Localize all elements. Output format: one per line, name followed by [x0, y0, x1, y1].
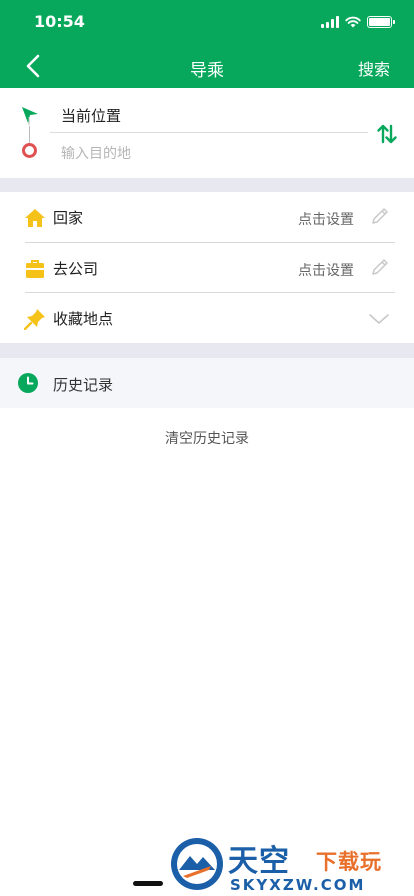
briefcase-icon [26, 260, 44, 278]
clear-history-button[interactable]: 清空历史记录 [0, 428, 414, 448]
swap-direction-icon[interactable] [376, 123, 398, 145]
route-divider [50, 132, 368, 133]
place-label: 去公司 [53, 260, 99, 278]
chevron-down-icon[interactable] [368, 313, 390, 325]
section-gap [0, 343, 414, 358]
status-bar: 10:54 [0, 0, 414, 44]
place-label: 收藏地点 [53, 310, 114, 328]
origin-field[interactable]: 当前位置 [61, 105, 121, 126]
clock-icon [18, 373, 38, 393]
watermark-brand-sub: 下载玩 [316, 850, 382, 874]
place-row-favorites[interactable]: 收藏地点 [0, 293, 414, 343]
pin-icon [24, 309, 45, 330]
pencil-icon[interactable] [370, 206, 390, 226]
page-title: 导乘 [190, 61, 224, 81]
route-connector-line [29, 126, 30, 144]
set-company-link[interactable]: 点击设置 [298, 260, 354, 280]
watermark-logo-icon [171, 838, 223, 890]
home-indicator [133, 881, 163, 886]
destination-input[interactable] [61, 143, 361, 165]
back-arrow-icon[interactable] [20, 52, 48, 80]
watermark-domain: SKYXZW.COM [230, 876, 366, 894]
start-location-flag-icon [22, 107, 38, 125]
status-time: 10:54 [34, 12, 85, 31]
history-title: 历史记录 [53, 376, 114, 394]
watermark: 天空 下载玩 SKYXZW.COM [170, 836, 410, 894]
place-row-home[interactable]: 回家 点击设置 [0, 192, 414, 242]
wifi-icon [345, 16, 361, 28]
section-gap [0, 178, 414, 192]
set-home-link[interactable]: 点击设置 [298, 209, 354, 229]
cellular-signal-icon [321, 16, 339, 28]
search-button[interactable]: 搜索 [358, 56, 390, 80]
home-icon [25, 209, 45, 227]
battery-icon [367, 16, 395, 28]
history-header: 历史记录 [0, 358, 414, 408]
place-label: 回家 [53, 209, 84, 227]
status-icons [321, 14, 395, 30]
destination-marker-icon [22, 143, 37, 158]
place-row-company[interactable]: 去公司 点击设置 [0, 243, 414, 293]
nav-header: 10:54 导乘 搜索 [0, 0, 414, 88]
pencil-icon[interactable] [370, 257, 390, 277]
watermark-brand: 天空 [228, 844, 290, 879]
